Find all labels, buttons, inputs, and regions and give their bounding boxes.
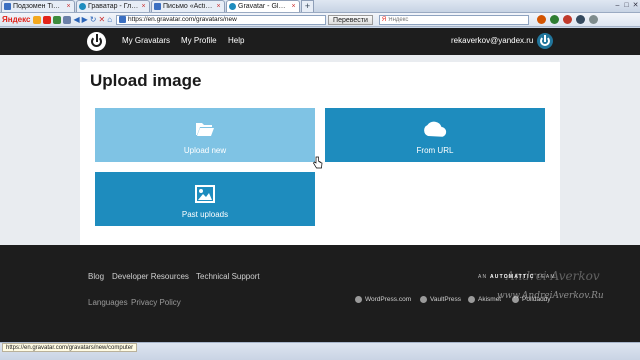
maximize-icon[interactable]: □ [622, 0, 631, 12]
browser-tab-gravatar-ru[interactable]: Граватар - Глобал... × [76, 0, 150, 12]
tab-strip: Подзомен TimeWeb... × Граватар - Глобал.… [0, 0, 640, 13]
akismet-icon [468, 296, 475, 303]
footer-link-privacy-policy[interactable]: Privacy Policy [131, 298, 181, 307]
search-input[interactable] [388, 16, 509, 23]
close-tab-icon[interactable]: × [65, 3, 72, 10]
browser-tab-gravatar[interactable]: Gravatar - Globa... × [226, 0, 300, 12]
gravatar-favicon-icon [229, 3, 236, 10]
address-bar[interactable] [116, 14, 327, 25]
toolbar-right-icons [535, 15, 600, 24]
gravatar-logo-icon[interactable] [87, 32, 106, 51]
from-url-button[interactable]: From URL [325, 108, 545, 162]
timeweb-favicon-icon [4, 3, 11, 10]
close-tab-icon[interactable]: × [215, 3, 222, 10]
folder-open-icon [196, 123, 214, 136]
mail-favicon-icon [154, 3, 161, 10]
gravatar-favicon-icon [79, 3, 86, 10]
brand-vaultpress[interactable]: VaultPress [420, 296, 461, 303]
tab-label: Граватар - Глобал... [88, 3, 139, 10]
stop-icon[interactable]: ✕ [98, 15, 105, 24]
mail-icon[interactable] [33, 15, 42, 24]
watermark: www.AndreiAverkov.Ru [497, 291, 604, 301]
upload-new-label: Upload new [183, 146, 227, 155]
nav-my-gravatars[interactable]: My Gravatars [122, 36, 170, 45]
forward-arrow-icon[interactable]: ▶ [82, 15, 88, 24]
user-email[interactable]: rekaverkov@yandex.ru [451, 36, 533, 45]
close-tab-icon[interactable]: × [290, 3, 297, 10]
footer-link-blog[interactable]: Blog [88, 272, 104, 281]
translate-button[interactable]: Перевести [328, 14, 373, 25]
addon-icon[interactable] [575, 15, 585, 24]
watermark-signature: Andrei Averkov [506, 269, 600, 283]
status-url: https://en.gravatar.com/gravatars/new/co… [2, 343, 138, 352]
wordpress-icon [355, 296, 362, 303]
search-bar[interactable]: Я [378, 14, 529, 25]
user-avatar-icon[interactable] [537, 33, 553, 49]
page-title: Upload image [90, 71, 202, 90]
address-input[interactable] [128, 16, 319, 23]
site-identity-icon [119, 16, 127, 23]
nav-my-profile[interactable]: My Profile [181, 36, 217, 45]
hand-cursor-icon [313, 156, 323, 169]
weather-icon[interactable] [43, 15, 52, 24]
upload-card: Upload image Upload new From URL Past up… [80, 62, 560, 268]
tab-label: Gravatar - Globa... [238, 3, 289, 10]
gravatar-header: My Gravatars My Profile Help rekaverkov@… [0, 28, 640, 55]
brand-label: VaultPress [430, 296, 461, 303]
settings-icon[interactable] [588, 15, 598, 24]
image-icon [195, 185, 215, 203]
home-icon[interactable]: ⌂ [107, 15, 112, 24]
brand-label: WordPress.com [365, 296, 412, 303]
tab-label: Письмо «Activate re... [163, 3, 214, 10]
past-uploads-label: Past uploads [181, 210, 229, 219]
footer-link-developer-resources[interactable]: Developer Resources [112, 272, 189, 281]
browser-toolbar: Яндекс ◀ ▶ ↻ ✕ ⌂ Перевести Я [0, 13, 640, 27]
history-icon[interactable] [63, 15, 72, 24]
past-uploads-button[interactable]: Past uploads [95, 172, 315, 226]
close-tab-icon[interactable]: × [140, 3, 147, 10]
browser-window: Подзомен TimeWeb... × Граватар - Глобал.… [0, 0, 640, 360]
back-arrow-icon[interactable]: ◀ [73, 15, 79, 24]
browser-tab-email[interactable]: Письмо «Activate re... × [151, 0, 225, 12]
bookmark-icon[interactable] [53, 15, 62, 24]
upload-new-button[interactable]: Upload new [95, 108, 323, 169]
yandex-bar-label: Яндекс [2, 15, 31, 24]
vaultpress-icon [420, 296, 427, 303]
yandex-search-icon: Я [381, 16, 387, 23]
tab-label: Подзомен TimeWeb... [13, 3, 64, 10]
yandex-bar-logo[interactable]: Яндекс [2, 15, 30, 24]
addon-icon[interactable] [536, 15, 546, 24]
minimize-icon[interactable]: – [613, 0, 622, 12]
addon-icon[interactable] [549, 15, 559, 24]
brand-wordpress[interactable]: WordPress.com [355, 296, 411, 303]
status-bar: https://en.gravatar.com/gravatars/new/co… [0, 342, 640, 360]
from-url-label: From URL [416, 146, 454, 155]
automattic-prefix: AN [478, 274, 488, 280]
browser-tab-timeweb[interactable]: Подзомен TimeWeb... × [1, 0, 75, 12]
footer-link-technical-support[interactable]: Technical Support [196, 272, 260, 281]
reload-icon[interactable]: ↻ [90, 15, 97, 24]
cloud-icon [424, 121, 447, 137]
footer-link-languages[interactable]: Languages [88, 298, 128, 307]
nav-help[interactable]: Help [228, 36, 244, 45]
new-tab-button[interactable]: + [301, 0, 314, 12]
close-window-icon[interactable]: ✕ [631, 0, 640, 12]
addon-icon[interactable] [562, 15, 572, 24]
